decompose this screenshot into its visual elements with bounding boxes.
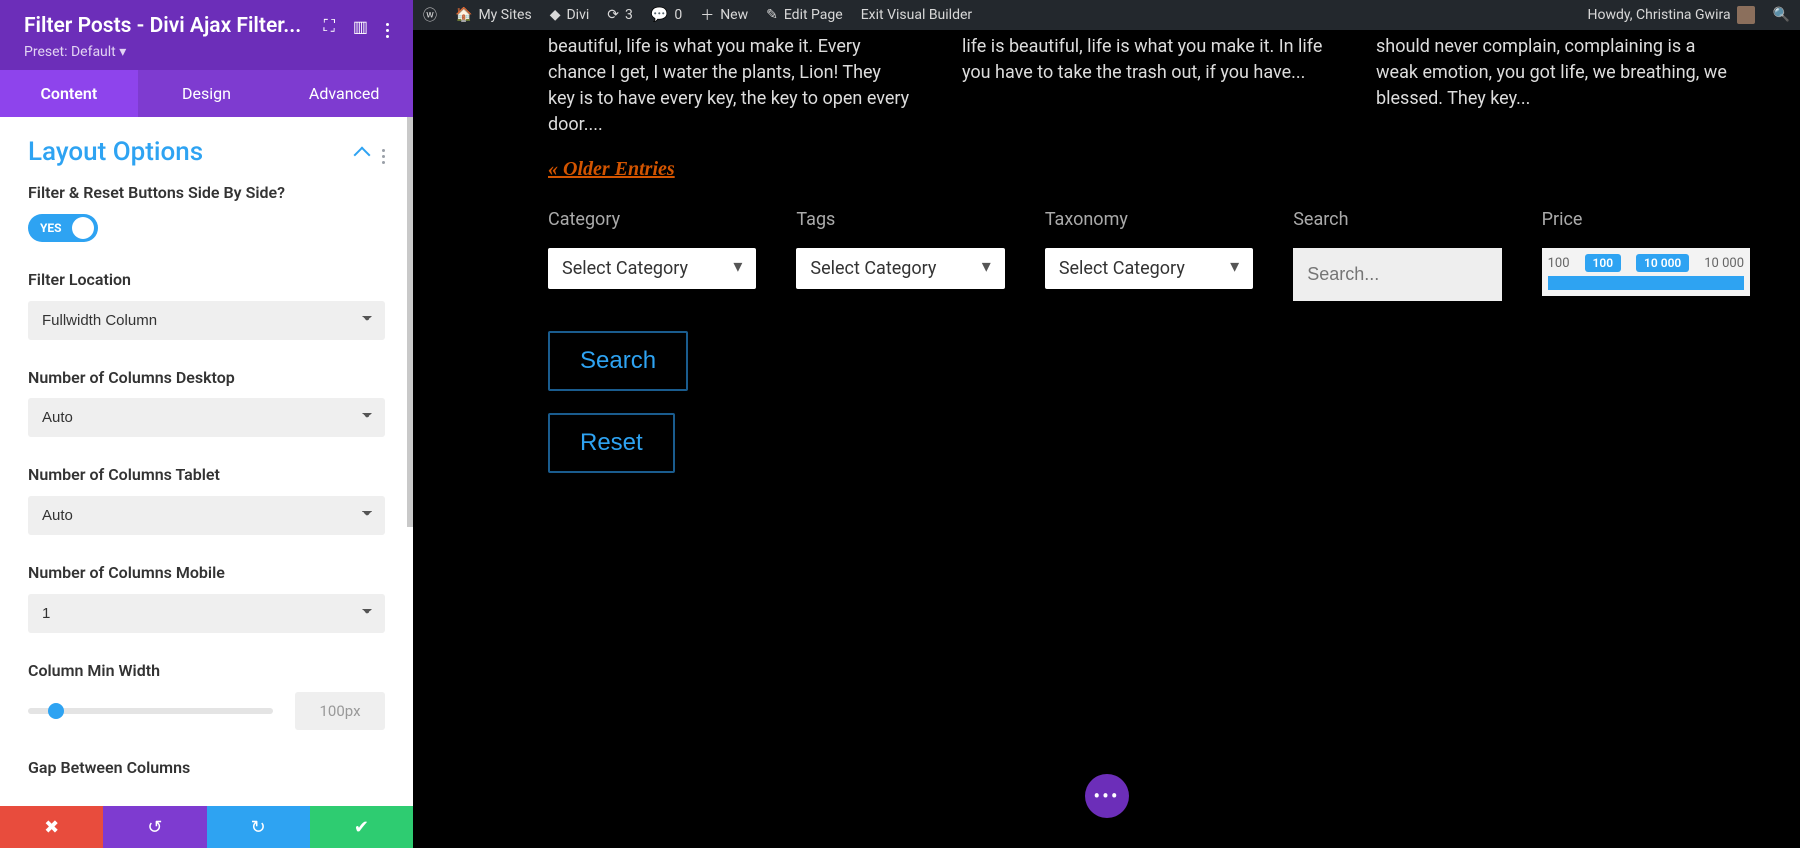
price-slider[interactable]: 100 100 10 000 10 000 [1542, 248, 1750, 296]
select-taxonomy[interactable]: Select Category [1045, 248, 1253, 289]
label-col-min-width: Column Min Width [28, 661, 385, 682]
search-button[interactable]: Search [548, 331, 688, 391]
settings-panel: Filter Posts - Divi Ajax Filter... ⛶ ▥ P… [0, 0, 413, 848]
save-button[interactable]: ✔ [310, 806, 413, 848]
select-category[interactable]: Select Category [548, 248, 756, 289]
divi-link[interactable]: ◆ Divi [550, 7, 590, 23]
slider-col-min-width[interactable] [28, 708, 273, 714]
expand-icon[interactable]: ⛶ [324, 16, 335, 36]
price-high-chip[interactable]: 10 000 [1636, 254, 1689, 272]
undo-button[interactable]: ↺ [103, 806, 206, 848]
wp-admin-bar: ⓦ 🏠 My Sites ◆ Divi ⟳ 3 💬 0 ＋ New ✎ Edit… [413, 0, 1800, 30]
fab-more-icon[interactable]: ••• [1085, 774, 1129, 818]
select-filter-location[interactable]: Fullwidth Column [28, 301, 385, 340]
new-link[interactable]: ＋ New [700, 5, 748, 25]
filter-label-category: Category [548, 209, 756, 230]
more-icon[interactable] [386, 17, 389, 36]
label-cols-tablet: Number of Columns Tablet [28, 465, 385, 486]
older-entries-link[interactable]: « Older Entries [548, 158, 675, 180]
label-cols-mobile: Number of Columns Mobile [28, 563, 385, 584]
label-gap: Gap Between Columns [28, 758, 385, 779]
preset-label[interactable]: Preset: Default ▾ [24, 44, 389, 60]
older-entries: « Older Entries [413, 138, 1800, 201]
panel-title: Filter Posts - Divi Ajax Filter... [24, 14, 301, 38]
preview-stage: ⓦ 🏠 My Sites ◆ Divi ⟳ 3 💬 0 ＋ New ✎ Edit… [413, 0, 1800, 848]
filter-label-search: Search [1293, 209, 1501, 230]
label-filter-location: Filter Location [28, 270, 385, 291]
slider-handle[interactable] [48, 703, 64, 719]
select-cols-tablet[interactable]: Auto [28, 496, 385, 535]
select-cols-desktop[interactable]: Auto [28, 398, 385, 437]
toggle-value: YES [40, 221, 62, 235]
select-tags[interactable]: Select Category [796, 248, 1004, 289]
filter-label-tags: Tags [796, 209, 1004, 230]
exit-visual-builder-link[interactable]: Exit Visual Builder [861, 7, 972, 23]
toggle-knob [72, 217, 94, 239]
updates-link[interactable]: ⟳ 3 [607, 7, 633, 23]
search-input[interactable] [1293, 248, 1501, 301]
price-max: 10 000 [1704, 256, 1744, 271]
reset-button[interactable]: Reset [548, 413, 675, 473]
section-more-icon[interactable] [382, 143, 385, 162]
toggle-side-by-side[interactable]: YES [28, 214, 98, 242]
tab-content[interactable]: Content [0, 70, 138, 117]
slider-value[interactable]: 100px [295, 692, 385, 730]
post-excerpt: beautiful, life is what you make it. Eve… [548, 34, 912, 138]
edit-page-link[interactable]: ✎ Edit Page [766, 7, 843, 23]
tab-design[interactable]: Design [138, 70, 276, 117]
filters-row: Category Select Category Tags Select Cat… [413, 201, 1800, 301]
section-title[interactable]: Layout Options [28, 137, 203, 167]
tab-advanced[interactable]: Advanced [275, 70, 413, 117]
filter-label-taxonomy: Taxonomy [1045, 209, 1253, 230]
label-side-by-side: Filter & Reset Buttons Side By Side? [28, 183, 385, 204]
wp-logo-icon[interactable]: ⓦ [423, 5, 437, 25]
redo-button[interactable]: ↻ [207, 806, 310, 848]
action-buttons: Search Reset [413, 301, 1800, 473]
panel-footer: ✖ ↺ ↻ ✔ [0, 806, 413, 848]
post-excerpt: life is beautiful, life is what you make… [962, 34, 1326, 138]
filter-label-price: Price [1542, 209, 1750, 230]
label-cols-desktop: Number of Columns Desktop [28, 368, 385, 389]
posts-row: beautiful, life is what you make it. Eve… [413, 34, 1800, 138]
avatar [1737, 6, 1755, 24]
mysites-link[interactable]: 🏠 My Sites [455, 7, 532, 23]
price-bar[interactable] [1548, 276, 1744, 290]
panel-tabs: Content Design Advanced [0, 70, 413, 117]
comments-link[interactable]: 💬 0 [651, 7, 682, 23]
price-min: 100 [1548, 256, 1570, 271]
chevron-up-icon[interactable] [354, 147, 371, 164]
cancel-button[interactable]: ✖ [0, 806, 103, 848]
panel-body: Layout Options Filter & Reset Buttons Si… [0, 117, 413, 806]
select-cols-mobile[interactable]: 1 [28, 594, 385, 633]
post-excerpt: should never complain, complaining is a … [1376, 34, 1740, 138]
price-low-chip[interactable]: 100 [1585, 254, 1622, 272]
howdy-user[interactable]: Howdy, Christina Gwira [1588, 6, 1755, 24]
search-icon[interactable]: 🔍 [1773, 7, 1790, 23]
columns-icon[interactable]: ▥ [353, 17, 368, 36]
panel-header: Filter Posts - Divi Ajax Filter... ⛶ ▥ P… [0, 0, 413, 70]
